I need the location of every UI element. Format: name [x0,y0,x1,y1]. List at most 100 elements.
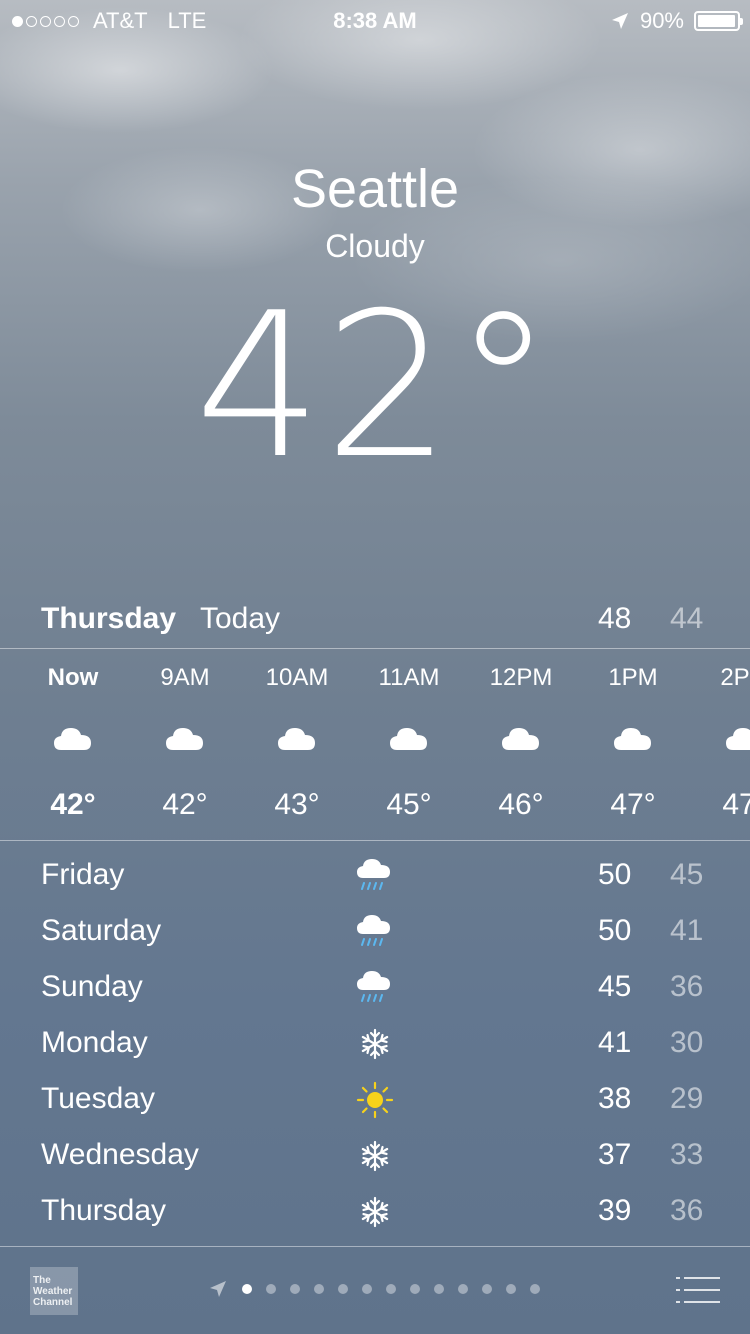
page-indicator[interactable] [208,1279,540,1299]
hour-column: 1PM 47° [577,660,689,822]
day-high: 45 [598,970,632,1003]
day-low: 45 [670,858,704,891]
today-summary: Thursday Today 48 44 [0,600,750,646]
page-dot[interactable] [434,1284,444,1294]
cloud-icon [353,706,465,770]
day-name: Saturday [41,914,162,947]
page-dot[interactable] [242,1284,252,1294]
hour-label: 9AM [160,664,210,691]
status-right: 90% [610,8,743,34]
battery-icon [694,11,743,31]
daily-row: Friday 50 45 [0,848,750,904]
daily-row: Sunday 45 36 [0,960,750,1016]
page-dot[interactable] [410,1284,420,1294]
day-name: Tuesday [41,1082,155,1115]
day-low: 36 [670,1194,704,1227]
today-day-name: Thursday [41,602,177,635]
page-dot[interactable] [506,1284,516,1294]
current-condition: Cloudy [325,228,425,264]
bottom-bar: The Weather Channel [0,1247,750,1334]
hour-temperature: 42° [50,788,96,821]
degree-symbol: ° [453,270,556,503]
snow-icon [355,1136,395,1176]
battery-percent: 90% [639,8,684,33]
day-high: 50 [598,858,632,891]
page-dot[interactable] [482,1284,492,1294]
cloud-icon [465,706,577,770]
snow-icon [355,1024,395,1064]
page-dot[interactable] [530,1284,540,1294]
page-dot[interactable] [290,1284,300,1294]
hour-temperature: 42° [162,788,208,821]
page-dot[interactable] [458,1284,468,1294]
today-low: 44 [670,602,704,635]
day-name: Monday [41,1026,148,1059]
day-low: 30 [670,1026,704,1059]
temperature-value: 42 [194,270,454,503]
rain-icon [355,968,395,1008]
hour-label: 1PM [608,664,658,691]
hour-temperature: 47° [722,788,750,821]
hour-temperature: 46° [498,788,544,821]
cloud-icon [129,706,241,770]
location-arrow-icon [210,1281,226,1297]
day-name: Thursday [41,1194,167,1227]
city-list-icon[interactable] [676,1275,720,1305]
day-high: 50 [598,914,632,947]
page-dot[interactable] [386,1284,396,1294]
day-name: Friday [41,858,125,891]
divider [0,840,750,841]
day-low: 36 [670,970,704,1003]
today-high: 48 [598,602,632,635]
snow-icon [355,1192,395,1232]
hour-temperature: 47° [610,788,656,821]
hour-label: 2PM [720,664,750,691]
daily-forecast[interactable]: Friday 50 45 Saturday 50 41 Sunday 45 36 Monday 41… [0,848,750,1240]
current-temperature: 42° [0,270,750,503]
cloud-icon [241,706,353,770]
day-low: 41 [670,914,704,947]
day-high: 41 [598,1026,632,1059]
hourly-forecast[interactable]: Now 42° 9AM 42° 10AM 43° 11AM 45° 12PM 46° 1PM 47° 2… [0,660,750,830]
hour-label: 12PM [489,664,553,691]
rain-icon [355,912,395,952]
day-high: 39 [598,1194,632,1227]
daily-row: Tuesday 38 29 [0,1072,750,1128]
divider [0,648,750,649]
status-bar: AT&T LTE 8:38 AM 90% [0,0,750,40]
location-arrow-icon [611,13,628,29]
weather-channel-logo[interactable]: The Weather Channel [30,1267,78,1315]
day-name: Wednesday [41,1138,199,1171]
daily-row: Wednesday 37 33 [0,1128,750,1184]
cloud-icon [17,706,129,770]
hour-temperature: 43° [274,788,320,821]
page-dot[interactable] [338,1284,348,1294]
hour-column: 2PM 47° [689,660,750,822]
hour-temperature: 45° [386,788,432,821]
page-dot[interactable] [266,1284,276,1294]
cloud-icon [577,706,689,770]
hour-column: 12PM 46° [465,660,577,822]
hour-column: 9AM 42° [129,660,241,822]
day-high: 37 [598,1138,632,1171]
day-low: 33 [670,1138,704,1171]
daily-row: Monday 41 30 [0,1016,750,1072]
cloud-icon [689,706,750,770]
hour-label: 11AM [378,664,440,691]
sun-icon [355,1080,395,1120]
page-dot[interactable] [314,1284,324,1294]
hour-column: 10AM 43° [241,660,353,822]
rain-icon [355,856,395,896]
hour-label: 10AM [265,664,329,691]
day-high: 38 [598,1082,632,1115]
hour-column: 11AM 45° [353,660,465,822]
hour-label: Now [47,664,99,691]
page-dot[interactable] [362,1284,372,1294]
today-label: Today [200,602,281,635]
day-low: 29 [670,1082,704,1115]
daily-row: Saturday 50 41 [0,904,750,960]
city-name: Seattle [290,159,460,219]
hour-column: Now 42° [17,660,129,822]
daily-row: Thursday 39 36 [0,1184,750,1240]
day-name: Sunday [41,970,143,1003]
